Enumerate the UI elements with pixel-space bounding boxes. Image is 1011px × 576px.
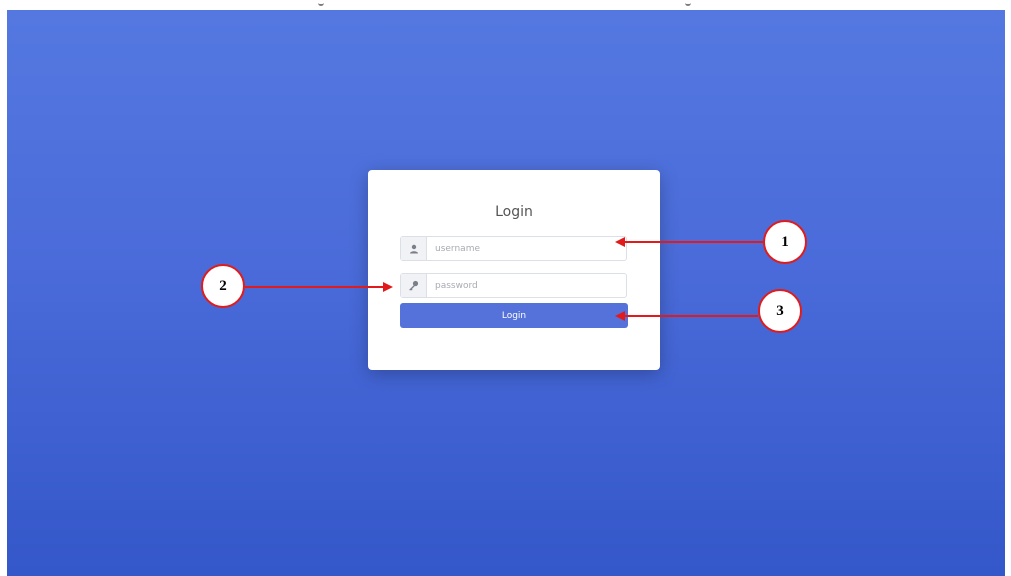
- username-input[interactable]: [427, 237, 626, 260]
- username-field[interactable]: [400, 236, 627, 261]
- top-mark-right: [685, 0, 691, 6]
- password-input[interactable]: [427, 274, 626, 297]
- top-mark-left: [318, 0, 324, 6]
- key-icon: [401, 274, 427, 297]
- login-button[interactable]: Login: [400, 303, 628, 328]
- login-page-background: Login Login: [7, 10, 1005, 576]
- callout-1: 1: [763, 220, 807, 264]
- login-title: Login: [495, 204, 533, 220]
- password-field[interactable]: [400, 273, 627, 298]
- callout-2: 2: [201, 264, 245, 308]
- top-strip: [0, 0, 1011, 10]
- login-card: Login Login: [368, 170, 660, 370]
- user-icon: [401, 237, 427, 260]
- callout-3: 3: [758, 289, 802, 333]
